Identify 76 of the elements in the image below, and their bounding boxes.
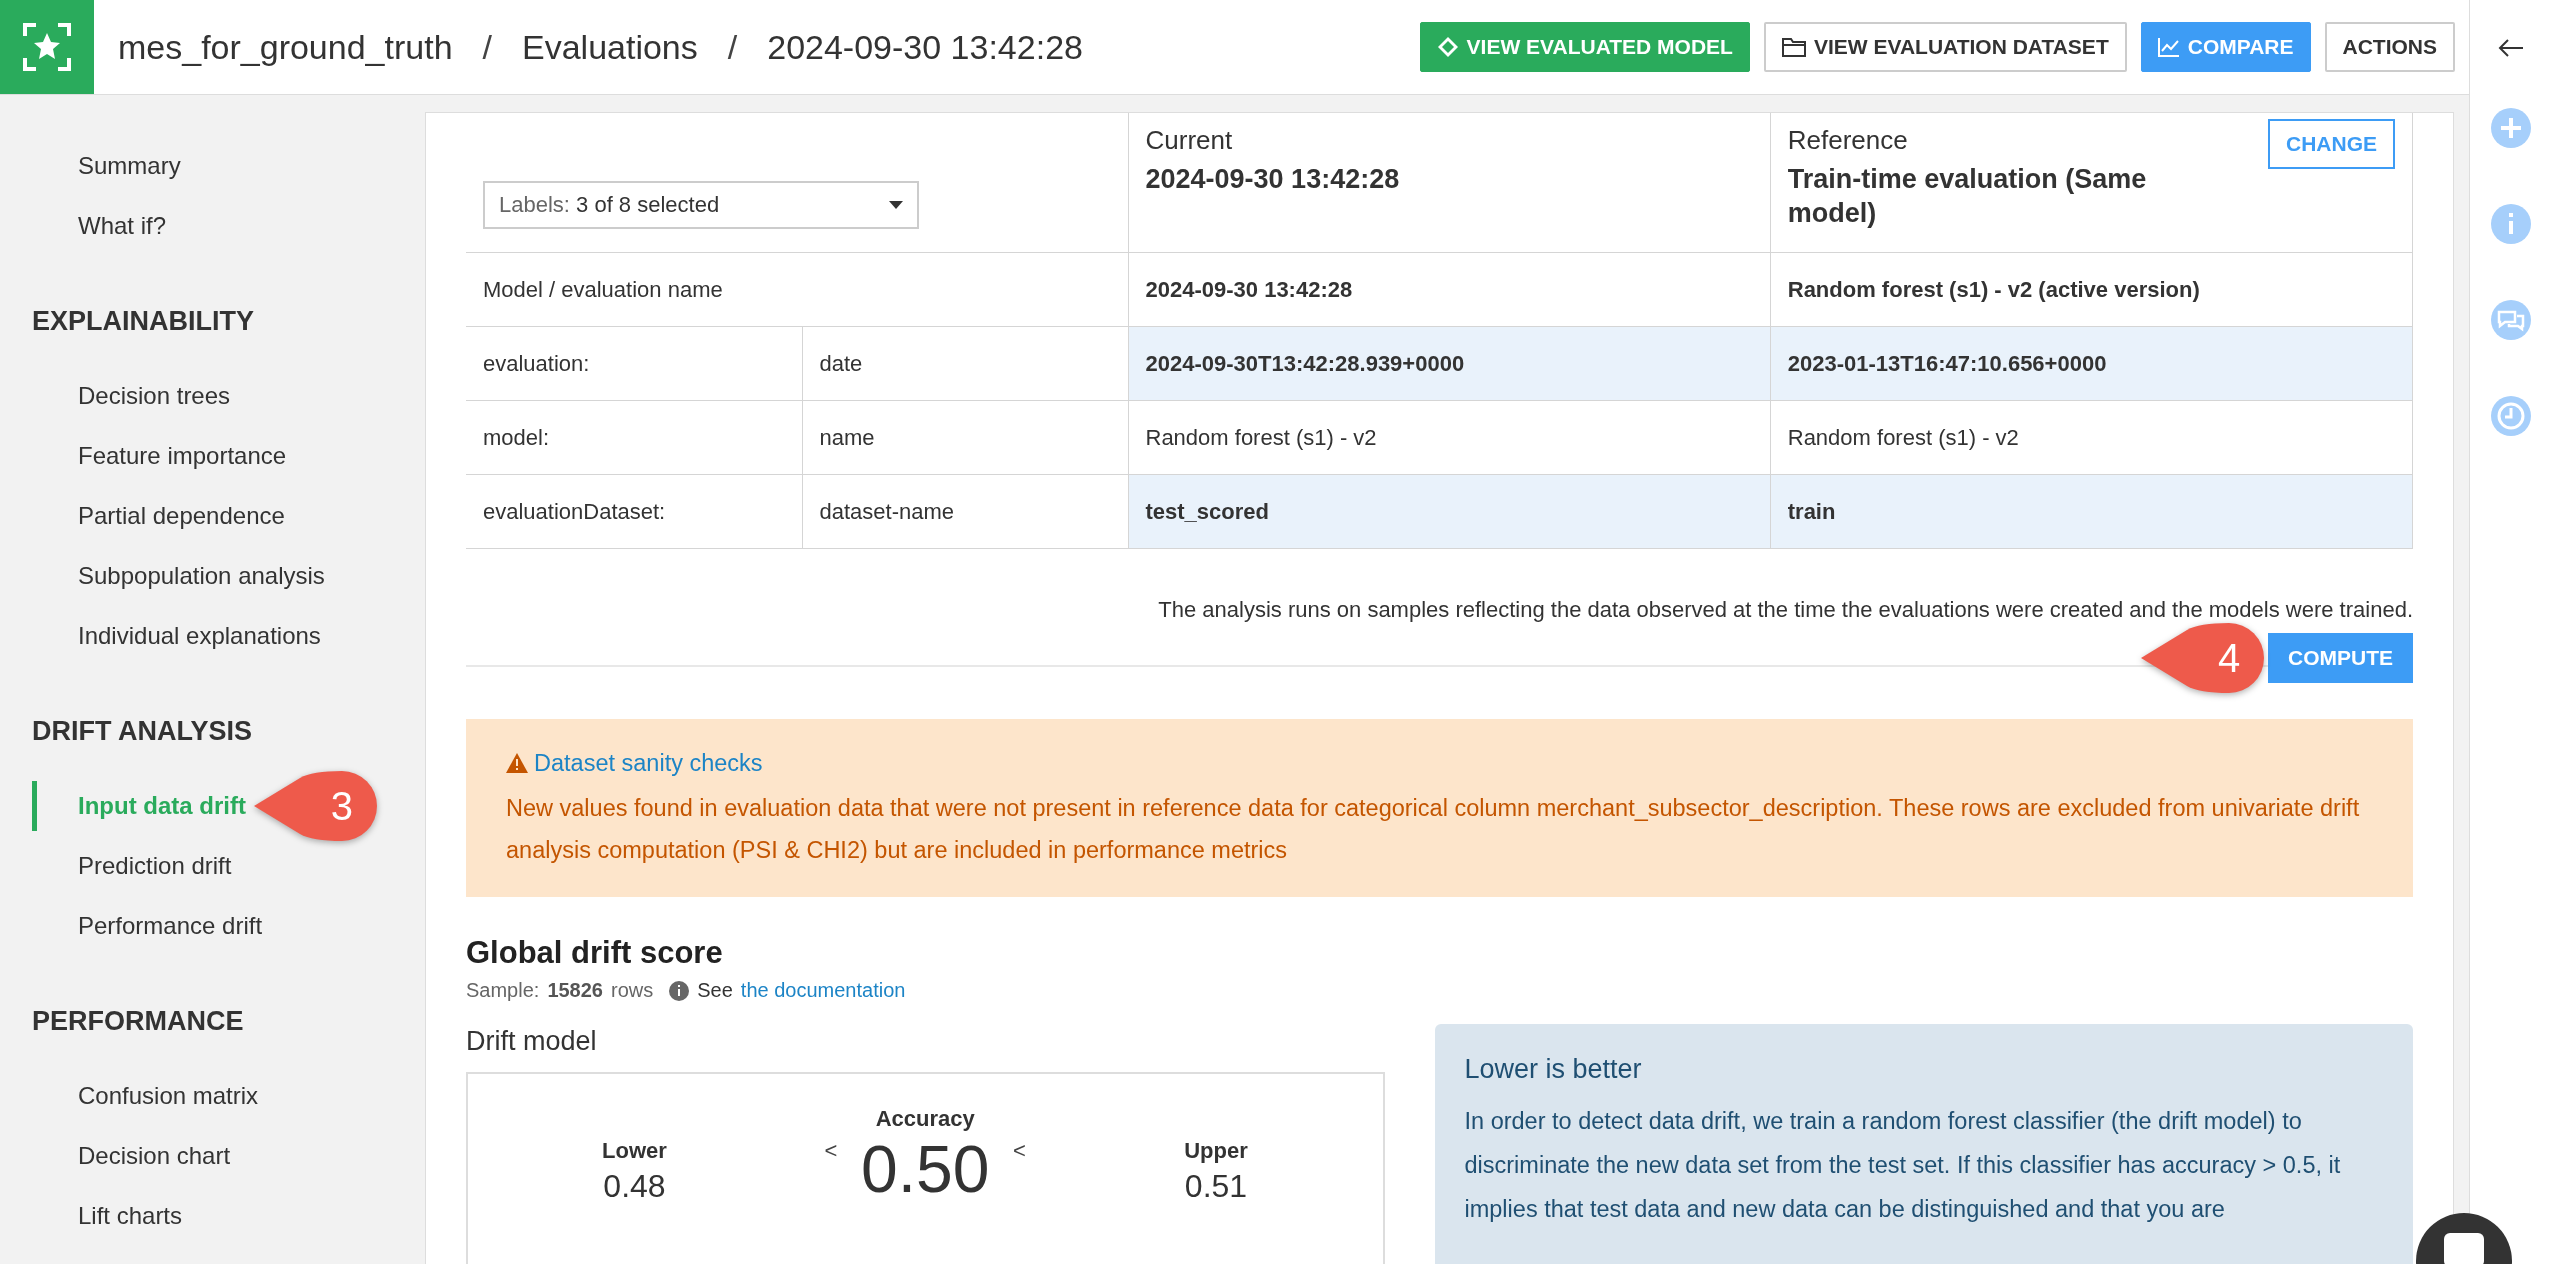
column-caption: Current [1145, 125, 1234, 156]
see-text: See [697, 979, 733, 1002]
section-title: Global drift score [466, 935, 724, 971]
sidebar-item[interactable]: Summary [78, 152, 181, 180]
column-title: Train-time evaluation (Same model) [1787, 163, 2148, 230]
chat-icon[interactable] [2491, 300, 2531, 340]
callout-marker: 3 [252, 771, 377, 841]
metric-label: Accuracy [875, 1106, 975, 1132]
breadcrumb-separator: / [727, 27, 738, 67]
chat-bubble-icon [2444, 1233, 2484, 1264]
section-heading: PERFORMANCE [32, 1005, 245, 1038]
sidebar-item[interactable]: Decision chart [78, 1142, 231, 1170]
table-cell: evaluation: [466, 326, 802, 401]
drift-model-title: Drift model [466, 1026, 598, 1058]
table-cell: 2024-09-30T13:42:28.939+0000 [1128, 326, 1771, 401]
sidebar-item[interactable]: Subpopulation analysis [78, 562, 325, 590]
chart-icon [2157, 37, 2180, 57]
breadcrumb-separator: / [482, 27, 492, 67]
accuracy-value: 0.50 [861, 1134, 990, 1204]
callout-marker: 4 [2139, 623, 2264, 693]
warning-icon [506, 753, 528, 773]
sample-unit: rows [611, 979, 654, 1002]
table-cell: 2024-09-30 13:42:28 [1128, 252, 1771, 327]
caret-icon [889, 201, 903, 209]
table-cell: train [1770, 474, 2413, 549]
info-icon [669, 980, 690, 1001]
section-heading: EXPLAINABILITY [32, 305, 255, 338]
less-than-sign: < [1013, 1138, 1026, 1164]
sidebar-item[interactable]: Confusion matrix [78, 1082, 259, 1110]
info-title: Lower is better [1464, 1054, 1643, 1085]
sidebar-item[interactable]: Performance drift [78, 912, 263, 940]
table-cell: model: [466, 400, 802, 475]
sidebar-item[interactable]: Feature importance [78, 442, 287, 470]
info-text: In order to detect data drift, we train a random forest classifier (the drift model) to discriminate the new data set from the test set. If this classifier has accuracy > 0.5, it implies that test data and new data can be distinguished and that you are [1464, 1107, 2342, 1224]
back-arrow-icon[interactable] [2498, 38, 2524, 58]
table-cell: Random forest (s1) - v2 (active version) [1770, 252, 2413, 327]
sidebar-item[interactable]: Lift charts [78, 1202, 183, 1230]
table-cell: Random forest (s1) - v2 [1128, 400, 1771, 475]
table-cell: Model / evaluation name [466, 252, 1128, 327]
labels-dropdown[interactable]: Labels: 3 of 8 selected [483, 181, 919, 229]
analysis-note: The analysis runs on samples reflecting the data observed at the time the evaluations were created and the models were trained. [1157, 597, 2413, 623]
upper-value: 0.51 [1184, 1168, 1248, 1204]
sidebar-item[interactable]: Individual explanations [78, 622, 321, 650]
cube-icon [1436, 36, 1459, 58]
upper-label: Upper [1184, 1138, 1248, 1164]
folder-icon [1781, 37, 1806, 57]
breadcrumb-item: 2024-09-30 13:42:28 [767, 27, 1083, 67]
table-cell: Random forest (s1) - v2 [1770, 400, 2413, 475]
sample-label: Sample: [466, 979, 540, 1002]
table-cell: date [802, 326, 1128, 401]
breadcrumb-item[interactable]: Evaluations [522, 27, 698, 67]
clock-icon[interactable] [2491, 396, 2531, 436]
table-cell: evaluationDataset: [466, 474, 802, 549]
app-logo-icon[interactable] [0, 0, 94, 94]
sidebar-item[interactable]: What if? [78, 212, 167, 240]
documentation-link[interactable]: the documentation [740, 979, 906, 1002]
view-dataset-button[interactable]: VIEW EVALUATION DATASET [1763, 22, 2127, 72]
table-cell: dataset-name [802, 474, 1128, 549]
sidebar-item[interactable]: Partial dependence [78, 502, 285, 530]
table-cell: name [802, 400, 1128, 475]
add-icon[interactable] [2491, 108, 2531, 148]
table-cell: 2023-01-13T16:47:10.656+0000 [1770, 326, 2413, 401]
sidebar-item[interactable]: Prediction drift [78, 852, 232, 880]
column-caption: Reference [1787, 125, 1909, 156]
table-cell: test_scored [1128, 474, 1771, 549]
column-title: 2024-09-30 13:42:28 [1145, 163, 1400, 196]
warning-message: New values found in evaluation data that were not present in reference data for categorical column merchant_subsector_description. These rows are excluded from univariate drift analysis computation (PSI & CHI2) but are included in performance metrics [506, 794, 2361, 865]
actions-button[interactable]: ACTIONS [2324, 22, 2455, 72]
lower-label: Lower [602, 1138, 667, 1164]
info-icon[interactable] [2491, 204, 2531, 244]
sample-count: 15826 [547, 979, 603, 1002]
less-than-sign: < [824, 1138, 838, 1164]
lower-value: 0.48 [603, 1168, 666, 1204]
breadcrumb-item[interactable]: mes_for_ground_truth [118, 27, 453, 67]
sidebar-item[interactable]: Decision trees [78, 382, 231, 410]
section-heading: DRIFT ANALYSIS [32, 715, 254, 748]
